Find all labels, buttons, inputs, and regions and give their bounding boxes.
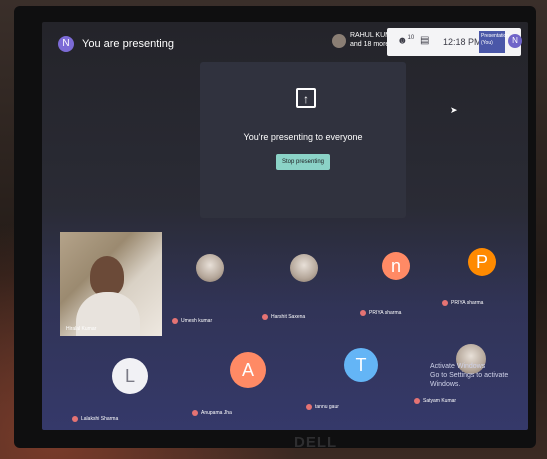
participant-avatar: T <box>344 348 378 382</box>
participant-name: Satyam Kumar <box>423 398 457 404</box>
mouse-cursor-icon: ➤ <box>450 105 458 115</box>
video-participant-tile[interactable]: Hiralal Kumar <box>60 232 162 336</box>
participant-name: Anupama Jha <box>201 410 232 416</box>
participant-name: Harshit Saxena <box>271 314 306 320</box>
participant-name-row: PRIYA sharma <box>360 310 401 316</box>
meeting-screen: N You are presenting RAHUL KUMAR and 18 … <box>42 22 528 430</box>
user-avatar[interactable]: N <box>58 36 74 52</box>
people-button[interactable]: ☻10 <box>397 35 414 46</box>
participant-name: PRIYA sharma <box>369 310 402 316</box>
presentation-you-tile[interactable]: Presentation (You) <box>479 31 509 53</box>
activate-line-1: Activate Windows <box>430 363 486 370</box>
presentation-tile: ↑ You're presenting to everyone Stop pre… <box>200 62 406 218</box>
participant-name-row: Anupama Jha <box>192 410 232 416</box>
participant-name-row: PRIYA sharma <box>442 300 483 306</box>
participant-avatar: n <box>382 252 410 280</box>
participant-tile[interactable]: P PRIYA sharma <box>442 242 528 342</box>
participant-face <box>90 256 124 296</box>
self-avatar[interactable]: N <box>508 34 522 48</box>
participant-name: Lalakshi Sharma <box>81 416 119 422</box>
participant-name-row: Lalakshi Sharma <box>72 416 118 422</box>
top-bar: N You are presenting RAHUL KUMAR and 18 … <box>42 22 528 62</box>
participant-avatar: L <box>112 358 148 394</box>
mic-muted-icon <box>172 318 178 324</box>
participant-name-row: tannu gaur <box>306 404 339 410</box>
participant-name: PRIYA sharma <box>451 300 484 306</box>
participant-name-row: Umesh kumar <box>172 318 212 324</box>
participant-name: Umesh kumar <box>181 318 213 324</box>
participant-tile[interactable]: Harshit Saxena <box>262 242 370 342</box>
participant-avatar: A <box>230 352 266 388</box>
video-participant-name: Hiralal Kumar <box>66 326 97 332</box>
people-icon: ☻ <box>397 35 408 47</box>
participant-tile[interactable]: A Anupama Jha <box>190 348 290 430</box>
mic-muted-icon <box>262 314 268 320</box>
presenting-status: You are presenting <box>82 38 174 50</box>
participant-name-row: Harshit Saxena <box>262 314 305 320</box>
meeting-controls: ☻10 ▤ 12:18 PM Presentation (You) N <box>387 28 522 56</box>
mic-muted-icon <box>72 416 78 422</box>
presenter-avatar <box>332 34 346 48</box>
mic-muted-icon <box>192 410 198 416</box>
people-count: 10 <box>407 35 415 41</box>
chat-button[interactable]: ▤ <box>420 35 429 46</box>
participant-avatar: P <box>468 248 496 276</box>
stop-presenting-button[interactable]: Stop presenting <box>276 154 330 170</box>
participant-avatar <box>196 254 224 282</box>
activate-windows-watermark: Activate Windows Go to Settings to activ… <box>430 362 528 389</box>
activate-line-2: Go to Settings to activate Windows. <box>430 372 509 388</box>
participant-name: tannu gaur <box>315 404 339 410</box>
participant-name-row: Satyam Kumar <box>414 398 456 404</box>
present-to-all-icon: ↑ <box>296 88 316 108</box>
mic-muted-icon <box>414 398 420 404</box>
mic-muted-icon <box>306 404 312 410</box>
chat-icon: ▤ <box>420 35 430 46</box>
participant-tile[interactable]: Umesh kumar <box>172 242 272 342</box>
mic-muted-icon <box>442 300 448 306</box>
participant-tile[interactable]: L Lalakshi Sharma <box>72 352 172 430</box>
mic-muted-icon <box>360 310 366 316</box>
presenting-message: You're presenting to everyone <box>243 132 363 142</box>
meeting-time: 12:18 PM <box>443 37 482 47</box>
participant-tile[interactable]: T tannu gaur <box>304 346 404 430</box>
monitor-logo: DELL <box>294 434 338 451</box>
participant-avatar <box>290 254 318 282</box>
